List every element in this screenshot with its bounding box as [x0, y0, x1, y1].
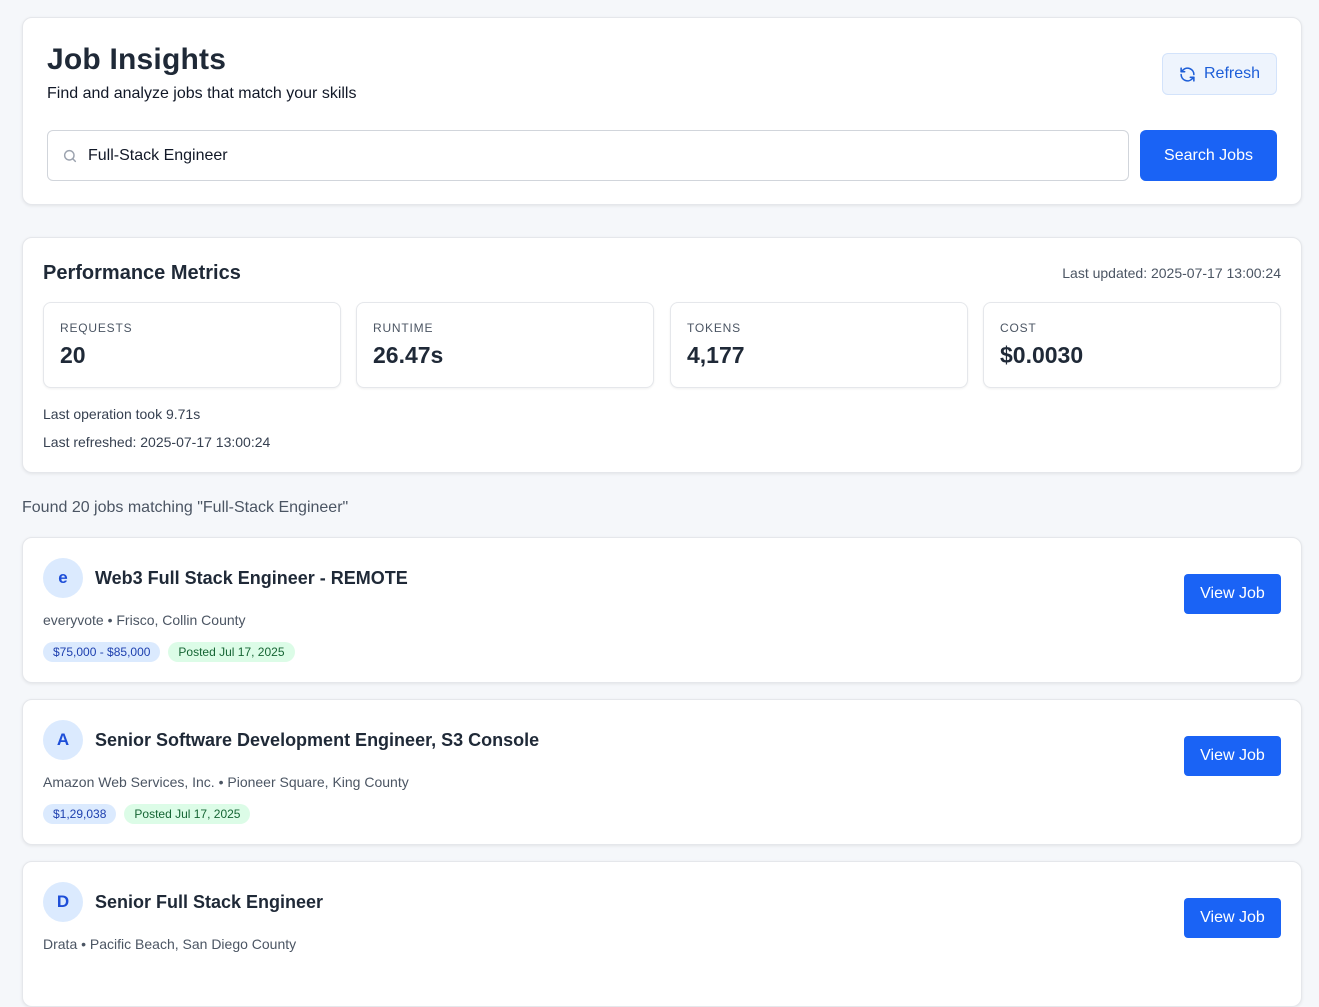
- metric-tokens: TOKENS 4,177: [670, 302, 968, 388]
- metric-runtime: RUNTIME 26.47s: [356, 302, 654, 388]
- refresh-icon: [1180, 66, 1195, 82]
- metric-label: COST: [1000, 321, 1037, 335]
- job-company-location: Drata • Pacific Beach, San Diego County: [43, 936, 297, 952]
- view-job-button[interactable]: View Job: [1184, 736, 1281, 776]
- search-icon: [63, 149, 77, 162]
- last-operation-text: Last operation took 9.71s: [43, 406, 201, 422]
- metrics-last-updated: Last updated: 2025-07-17 13:00:24: [1062, 265, 1281, 281]
- job-tags: $1,29,038 Posted Jul 17, 2025: [43, 804, 251, 824]
- metric-value: 4,177: [687, 342, 745, 368]
- metric-label: TOKENS: [687, 321, 741, 335]
- company-avatar: A: [43, 720, 83, 760]
- search-field[interactable]: [47, 130, 1129, 181]
- company-avatar: e: [43, 558, 83, 598]
- posted-date-badge: Posted Jul 17, 2025: [168, 642, 295, 662]
- posted-date-badge: Posted Jul 17, 2025: [124, 804, 251, 824]
- search-header-card: Job Insights Find and analyze jobs that …: [22, 17, 1302, 205]
- metric-value: 20: [60, 342, 86, 368]
- page-subtitle: Find and analyze jobs that match your sk…: [47, 85, 357, 102]
- metric-cost: COST $0.0030: [983, 302, 1281, 388]
- metric-label: REQUESTS: [60, 321, 133, 335]
- metric-value: 26.47s: [373, 342, 444, 368]
- search-input[interactable]: [88, 146, 1088, 165]
- view-job-button[interactable]: View Job: [1184, 898, 1281, 938]
- job-title: Senior Software Development Engineer, S3…: [95, 730, 540, 750]
- job-company-location: everyvote • Frisco, Collin County: [43, 612, 246, 628]
- metric-label: RUNTIME: [373, 321, 434, 335]
- company-avatar: D: [43, 882, 83, 922]
- job-card: A Senior Software Development Engineer, …: [22, 699, 1302, 845]
- job-company-location: Amazon Web Services, Inc. • Pioneer Squa…: [43, 774, 409, 790]
- last-refreshed-text: Last refreshed: 2025-07-17 13:00:24: [43, 434, 271, 450]
- job-tags: $75,000 - $85,000 Posted Jul 17, 2025: [43, 642, 295, 662]
- job-card: e Web3 Full Stack Engineer - REMOTE ever…: [22, 537, 1302, 683]
- salary-badge: $75,000 - $85,000: [43, 642, 161, 662]
- job-card: D Senior Full Stack Engineer Drata • Pac…: [22, 861, 1302, 1007]
- metric-requests: REQUESTS 20: [43, 302, 341, 388]
- refresh-button-label: Refresh: [1203, 65, 1261, 82]
- view-job-button[interactable]: View Job: [1184, 574, 1281, 614]
- page-title: Job Insights: [47, 43, 227, 76]
- metric-value: $0.0030: [1000, 342, 1084, 368]
- search-jobs-button[interactable]: Search Jobs: [1140, 130, 1277, 181]
- salary-badge: $1,29,038: [43, 804, 117, 824]
- job-title: Web3 Full Stack Engineer - REMOTE: [95, 568, 408, 588]
- results-summary: Found 20 jobs matching "Full-Stack Engin…: [22, 499, 349, 516]
- job-title: Senior Full Stack Engineer: [95, 892, 324, 912]
- refresh-button[interactable]: Refresh: [1162, 53, 1277, 95]
- metrics-title: Performance Metrics: [43, 262, 241, 284]
- performance-metrics-card: Performance Metrics Last updated: 2025-0…: [22, 237, 1302, 473]
